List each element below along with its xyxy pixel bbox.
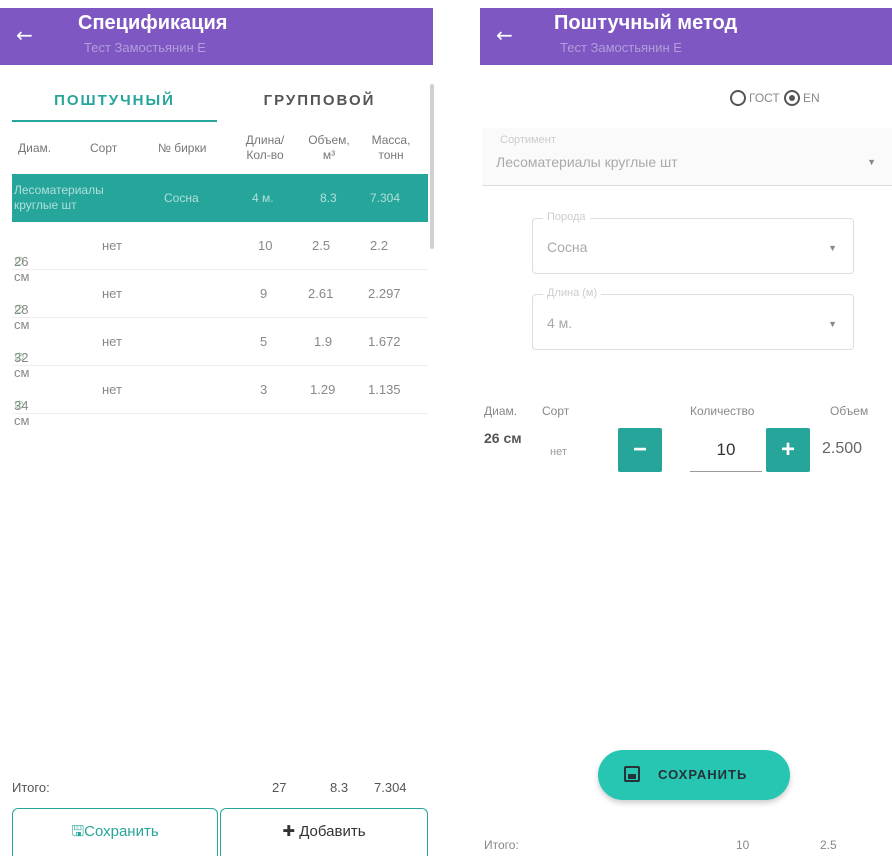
specification-screen: ← Спецификация Тест Замостьянин Е ПОШТУЧ… (0, 0, 440, 856)
totals-label: Итого: (484, 838, 519, 852)
sortiment-label: Сортимент (500, 134, 556, 146)
add-button[interactable]: ✚ Добавить (220, 808, 428, 856)
floppy-disk-icon: 🖫 (71, 823, 85, 840)
tab-gruppovoy[interactable]: ГРУППОВОЙ (217, 80, 422, 122)
totals-row: Итого: 10 2.5 (480, 838, 892, 856)
dlina-value: 4 м. (547, 315, 573, 331)
col-sort: Сорт (90, 141, 118, 155)
tab-bar: ПОШТУЧНЫЙ ГРУППОВОЙ (0, 80, 433, 122)
col-volume: Объем (830, 404, 869, 418)
col-qty: Количество (690, 404, 755, 418)
page-subtitle: Тест Замостьянин Е (560, 40, 682, 55)
app-bar: ← Спецификация Тест Замостьянин Е (0, 8, 433, 65)
save-fab-button[interactable]: СОХРАНИТЬ (598, 750, 790, 800)
increment-button[interactable]: + (766, 428, 810, 472)
editor-volume: 2.500 (822, 440, 863, 457)
dropdown-arrow-icon: ▼ (828, 319, 837, 329)
col-mass: Масса, тонн (371, 133, 411, 162)
totals-mass: 7.304 (374, 780, 407, 795)
page-subtitle: Тест Замостьянин Е (84, 40, 206, 55)
editor-diam: 26 см (484, 430, 522, 446)
dlina-label: Длина (м) (543, 287, 602, 299)
piece-method-screen: ← Поштучный метод Тест Замостьянин Е ГОС… (480, 0, 892, 856)
page-title: Поштучный метод (554, 12, 738, 34)
app-bar: ← Поштучный метод Тест Замостьянин Е (480, 8, 892, 65)
plus-icon: ✚ (282, 823, 296, 840)
poroda-label: Порода (543, 211, 590, 223)
sortiment-select[interactable]: Сортимент Лесоматериалы круглые шт ▼ (482, 128, 892, 186)
radio-en[interactable]: EN (784, 90, 820, 106)
back-arrow-icon[interactable]: ← (16, 23, 33, 47)
page-title: Спецификация (78, 12, 228, 34)
group-row[interactable]: Лесоматериалы круглые шт Сосна 4 м. 8.3 … (12, 174, 428, 222)
group-species: Сосна (164, 191, 199, 205)
totals-volume: 8.3 (330, 780, 349, 795)
editor-sort: нет (550, 446, 567, 458)
radio-checked-icon (784, 90, 800, 106)
poroda-value: Сосна (547, 239, 588, 255)
radio-unchecked-icon (730, 90, 746, 106)
totals-qty: 10 (736, 838, 750, 852)
decrement-button[interactable]: − (618, 428, 662, 472)
col-length: Длина/ Кол-во (245, 133, 285, 162)
totals-qty: 27 (272, 780, 287, 795)
back-arrow-icon[interactable]: ← (496, 23, 513, 47)
dlina-select[interactable]: Длина (м) 4 м. ▼ (532, 287, 854, 350)
tab-poshtuchny[interactable]: ПОШТУЧНЫЙ (12, 80, 217, 122)
scrollbar[interactable] (430, 84, 434, 249)
totals-volume: 2.5 (820, 838, 837, 852)
dropdown-arrow-icon: ▼ (867, 157, 876, 167)
col-sort: Сорт (542, 404, 570, 418)
sortiment-value: Лесоматериалы круглые шт (496, 154, 678, 170)
table-row[interactable]: ⊘ 28 см нет 9 2.61 2.297 (12, 270, 428, 332)
col-tag: № бирки (158, 141, 207, 155)
group-length: 4 м. (252, 191, 274, 205)
poroda-select[interactable]: Порода Сосна ▼ (532, 211, 854, 274)
table-row[interactable]: ⊘ 32 см нет 5 1.9 1.672 (12, 318, 428, 380)
radio-gost[interactable]: ГОСТ (730, 90, 780, 106)
table-header: Диам. Сорт № бирки Длина/ Кол-во Объем, … (12, 124, 430, 172)
col-diam: Диам. (484, 404, 518, 418)
tab-indicator (12, 120, 217, 122)
dropdown-arrow-icon: ▼ (828, 243, 837, 253)
save-button[interactable]: 🖫Сохранить (12, 808, 218, 856)
group-name: Лесоматериалы круглые шт (14, 183, 104, 212)
group-volume: 8.3 (320, 191, 337, 205)
table-row[interactable]: ⊘ 34 см нет 3 1.29 1.135 (12, 366, 428, 428)
save-icon (624, 766, 640, 782)
table-row[interactable]: ⊘ 26 см нет 10 2.5 2.2 (12, 222, 428, 284)
group-mass: 7.304 (370, 191, 401, 205)
quantity-input[interactable]: 10 (690, 428, 762, 472)
totals-label: Итого: (12, 780, 50, 795)
totals-row: Итого: 27 8.3 7.304 (12, 780, 428, 800)
col-diam: Диам. (18, 141, 52, 155)
col-volume: Объем, м³ (308, 133, 350, 162)
